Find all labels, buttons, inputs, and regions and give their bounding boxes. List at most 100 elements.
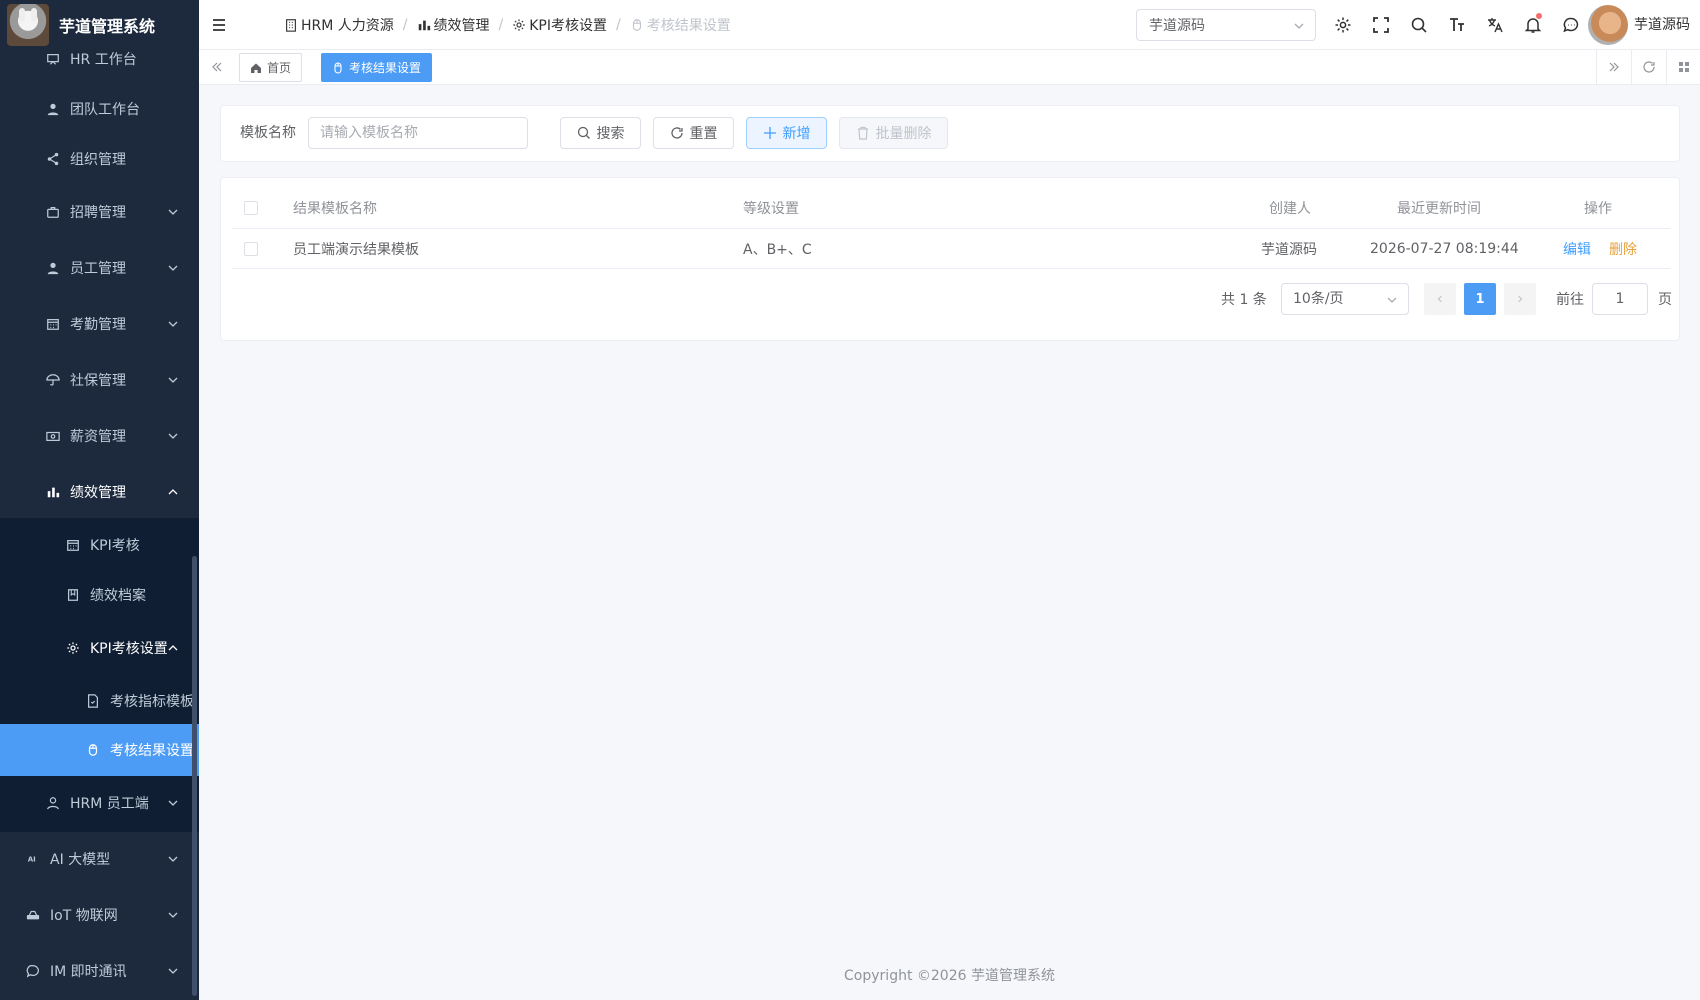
tag-home[interactable]: 首页: [239, 53, 303, 82]
username[interactable]: 芋道源码: [1634, 0, 1690, 50]
column-header[interactable]: 结果模板名称: [293, 188, 377, 228]
building-icon: [286, 18, 296, 32]
bar-chart-icon: [418, 20, 430, 30]
settings-button[interactable]: [1324, 0, 1362, 50]
search-button[interactable]: [1400, 0, 1438, 50]
home-icon: [251, 63, 261, 73]
sidebar-item-label: HRM 员工端: [70, 796, 149, 812]
fullscreen-icon: [1373, 17, 1389, 33]
breadcrumb-separator: /: [616, 16, 621, 33]
sidebar-item-kpi-settings[interactable]: KPI考核设置: [0, 621, 199, 675]
reset-button[interactable]: 重置: [653, 117, 734, 149]
notifications-button[interactable]: [1514, 0, 1552, 50]
reset-button-label: 重置: [689, 126, 718, 142]
fullscreen-button[interactable]: [1362, 0, 1400, 50]
chevron-down-icon: [1294, 23, 1304, 29]
font-size-button[interactable]: [1438, 0, 1476, 50]
column-header[interactable]: 等级设置: [743, 188, 799, 228]
breadcrumb-item[interactable]: HRM 人力资源: [284, 15, 394, 35]
refresh-button[interactable]: [1631, 50, 1666, 84]
scroll-right-button[interactable]: [1596, 50, 1631, 84]
sidebar-item-kpi-review[interactable]: KPI考核: [0, 518, 199, 572]
chevron-down-icon: [168, 968, 178, 974]
breadcrumb-item-current: 考核结果设置: [630, 15, 731, 35]
page-number-current[interactable]: 1: [1464, 283, 1496, 315]
chevron-up-icon: [168, 489, 178, 495]
logo-area[interactable]: 芋道管理系统: [0, 0, 199, 50]
sidebar-item-org[interactable]: 组织管理: [0, 132, 199, 186]
template-name-input[interactable]: 请输入模板名称: [308, 117, 528, 149]
calendar-icon: [64, 536, 82, 554]
scroll-left-button[interactable]: [199, 50, 234, 84]
sidebar-item-team-workbench[interactable]: 团队工作台: [0, 82, 199, 136]
bar-chart-icon: [44, 483, 62, 501]
logo-image: [7, 4, 49, 46]
page-size-select[interactable]: 10条/页: [1281, 283, 1409, 315]
sidebar-item-employee[interactable]: 员工管理: [0, 241, 199, 295]
select-all-cell: [244, 188, 258, 228]
pagination-total: 共 1 条: [1221, 292, 1267, 308]
tag-current[interactable]: 考核结果设置: [321, 53, 433, 82]
sidebar-item-salary[interactable]: 薪资管理: [0, 409, 199, 463]
app-title: 芋道管理系统: [59, 17, 156, 36]
add-button[interactable]: 新增: [746, 117, 827, 149]
tag-label: 首页: [267, 61, 292, 75]
table-header: 结果模板名称 等级设置 创建人 最近更新时间 操作: [232, 188, 1670, 229]
pagination: 共 1 条 10条/页 1 前往 1 页: [221, 283, 1681, 317]
levels-cell: A、B+、C: [743, 241, 812, 258]
sidebar-scrollbar[interactable]: [192, 556, 197, 996]
chevron-down-icon: [1387, 297, 1397, 303]
tenant-select[interactable]: 芋道源码: [1136, 9, 1316, 41]
sidebar-item-performance-archive[interactable]: 绩效档案: [0, 568, 199, 622]
sidebar-item-im[interactable]: IM 即时通讯: [0, 944, 199, 998]
sidebar-item-hrm-employee-portal[interactable]: HRM 员工端: [0, 776, 199, 830]
search-button[interactable]: 搜索: [560, 117, 641, 149]
sidebar-item-label: KPI考核: [90, 538, 140, 554]
sidebar-item-recruit[interactable]: 招聘管理: [0, 185, 199, 239]
sidebar-item-social-insurance[interactable]: 社保管理: [0, 353, 199, 407]
sidebar-item-performance[interactable]: 绩效管理: [0, 465, 199, 519]
row-checkbox[interactable]: [244, 241, 258, 256]
mouse-icon: [334, 61, 342, 74]
breadcrumb-item[interactable]: 绩效管理: [417, 15, 490, 35]
share-icon: [44, 150, 62, 168]
header-toolbar: [1324, 0, 1590, 50]
sidebar-item-label: KPI考核设置: [90, 641, 168, 657]
prev-page-button[interactable]: [1424, 283, 1456, 315]
column-header: 操作: [1584, 201, 1612, 217]
next-page-button[interactable]: [1504, 283, 1536, 315]
sidebar-item-iot[interactable]: IoT 物联网: [0, 888, 199, 942]
document-icon: [84, 692, 102, 710]
edit-link[interactable]: 编辑: [1563, 239, 1591, 259]
add-button-label: 新增: [782, 126, 811, 142]
hamburger-icon[interactable]: [199, 0, 239, 50]
messages-button[interactable]: [1552, 0, 1590, 50]
search-form: 模板名称 请输入模板名称 搜索 重置 新增 批量删除: [220, 105, 1680, 162]
copyright-footer: Copyright ©2026 芋道管理系统: [844, 968, 1055, 984]
avatar[interactable]: [1588, 5, 1628, 45]
table-row[interactable]: 员工端演示结果模板 A、B+、C 芋道源码 2026-07-27 08:19:4…: [232, 229, 1670, 269]
sidebar-item-attendance[interactable]: 考勤管理: [0, 297, 199, 351]
select-all-checkbox[interactable]: [244, 201, 258, 215]
page-size-value: 10条/页: [1293, 291, 1344, 307]
sidebar-item-kpi-template[interactable]: 考核指标模板: [0, 674, 199, 728]
column-header[interactable]: 创建人: [1269, 188, 1311, 228]
page-unit-label: 页: [1658, 292, 1672, 308]
template-name-label: 模板名称: [240, 125, 296, 141]
tenant-value: 芋道源码: [1149, 18, 1205, 34]
delete-link[interactable]: 删除: [1609, 239, 1637, 259]
gear-icon: [513, 18, 525, 31]
breadcrumb: HRM 人力资源 / 绩效管理 / KPI考核设置 / 考核结果设置: [284, 15, 731, 35]
goto-page-input[interactable]: 1: [1592, 283, 1648, 315]
tag-menu-button[interactable]: [1666, 50, 1700, 84]
sidebar-item-result-settings[interactable]: 考核结果设置: [0, 724, 199, 776]
language-button[interactable]: [1476, 0, 1514, 50]
sidebar-item-ai[interactable]: AI AI 大模型: [0, 832, 199, 886]
breadcrumb-item[interactable]: KPI考核设置: [512, 15, 607, 35]
column-header[interactable]: 最近更新时间: [1397, 188, 1481, 228]
batch-delete-button[interactable]: 批量删除: [839, 117, 948, 149]
batch-delete-button-label: 批量删除: [875, 126, 932, 142]
chevron-down-icon: [168, 800, 178, 806]
sidebar-item-label: AI 大模型: [50, 852, 111, 868]
chevron-down-icon: [168, 433, 178, 439]
